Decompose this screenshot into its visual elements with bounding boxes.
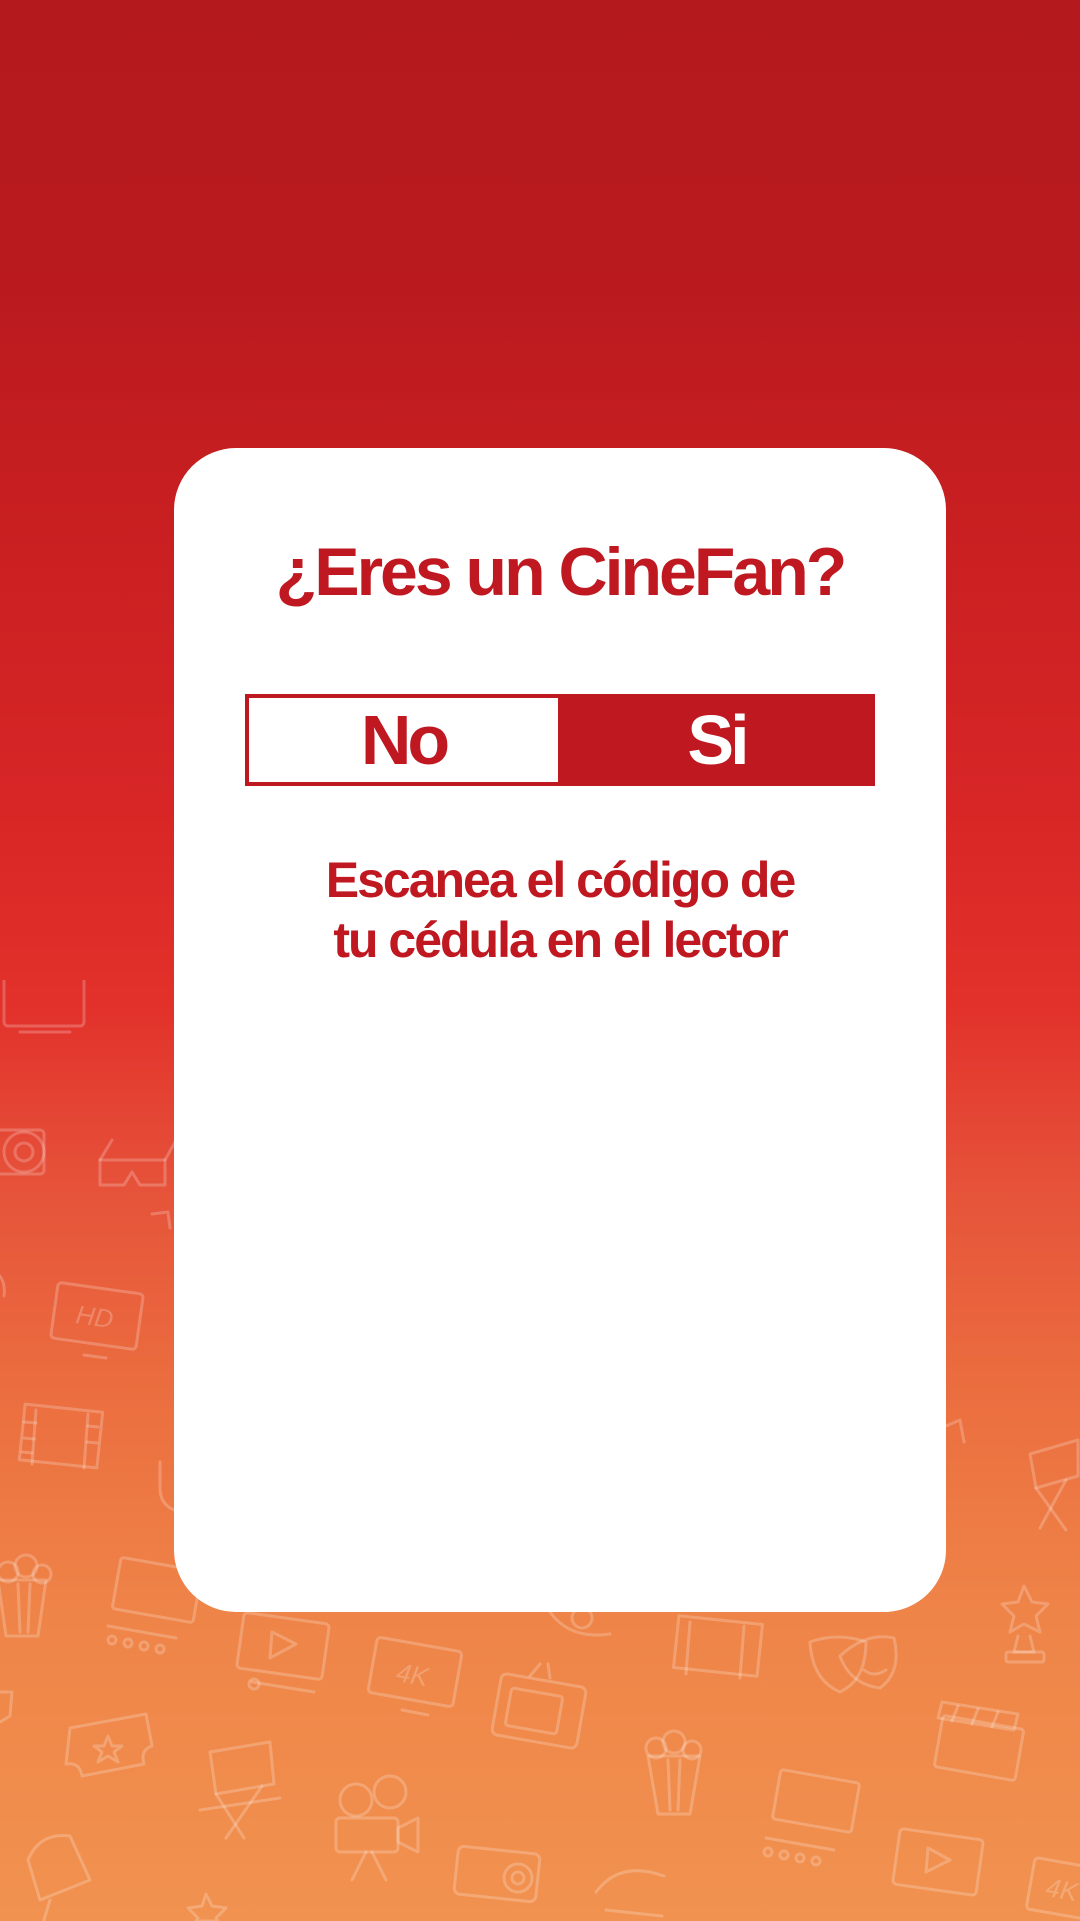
film-strip-icon — [672, 1614, 764, 1680]
film-strip-icon — [150, 1210, 172, 1230]
projector-icon — [548, 1606, 612, 1637]
projector-icon — [0, 1128, 46, 1176]
card-title: ¿Eres un CineFan? — [275, 534, 848, 610]
ticket-icon — [64, 1712, 154, 1778]
retro-tv-icon — [490, 1662, 588, 1750]
comedy-tragedy-masks-icon — [808, 1635, 898, 1694]
projector-icon — [0, 1273, 6, 1298]
popcorn-icon — [0, 1553, 53, 1638]
clapperboard-icon — [933, 1700, 1025, 1782]
projector-icon — [452, 1844, 542, 1904]
camera-icon — [334, 1774, 420, 1882]
toggle-option-no-label: No — [360, 701, 450, 779]
cinefan-toggle: No Si — [245, 694, 875, 786]
scan-instruction-line-2: tu cédula en el lector — [333, 912, 788, 968]
toggle-option-no[interactable]: No — [249, 698, 562, 782]
4k-label: 4K — [394, 1657, 432, 1692]
play-screen-icon — [235, 1611, 331, 1694]
play-screen-icon — [891, 1827, 985, 1897]
toggle-option-si-label: Si — [687, 701, 749, 779]
hd-label: HD — [74, 1299, 115, 1334]
monitor-icon — [26, 1834, 92, 1921]
4k-label: 4K — [1044, 1872, 1080, 1907]
monitor-icon — [944, 1418, 966, 1444]
clapperboard-icon — [594, 1869, 666, 1918]
film-strip-icon — [17, 1402, 105, 1470]
cinema-screen-icon — [762, 1768, 861, 1867]
director-chair-icon — [198, 1740, 282, 1840]
3d-glasses-icon — [98, 1138, 177, 1187]
award-star-icon — [186, 1892, 228, 1921]
scan-instruction: Escanea el código de tu cédula en el lec… — [174, 850, 946, 970]
cinefan-card: ¿Eres un CineFan? No Si Escanea el códig… — [174, 448, 946, 1612]
award-star-icon — [1000, 1584, 1050, 1664]
shield-icon — [0, 1690, 14, 1724]
toggle-option-si[interactable]: Si — [562, 698, 871, 782]
director-chair-icon — [1028, 1438, 1080, 1532]
shield-icon — [158, 1460, 176, 1512]
app-screen: HD 4K 4K ¿Eres un CineFan? No Si Escanea… — [0, 0, 1080, 1921]
popcorn-icon — [644, 1729, 703, 1816]
monitor-icon — [2, 974, 86, 1034]
scan-instruction-line-1: Escanea el código de — [325, 852, 797, 908]
